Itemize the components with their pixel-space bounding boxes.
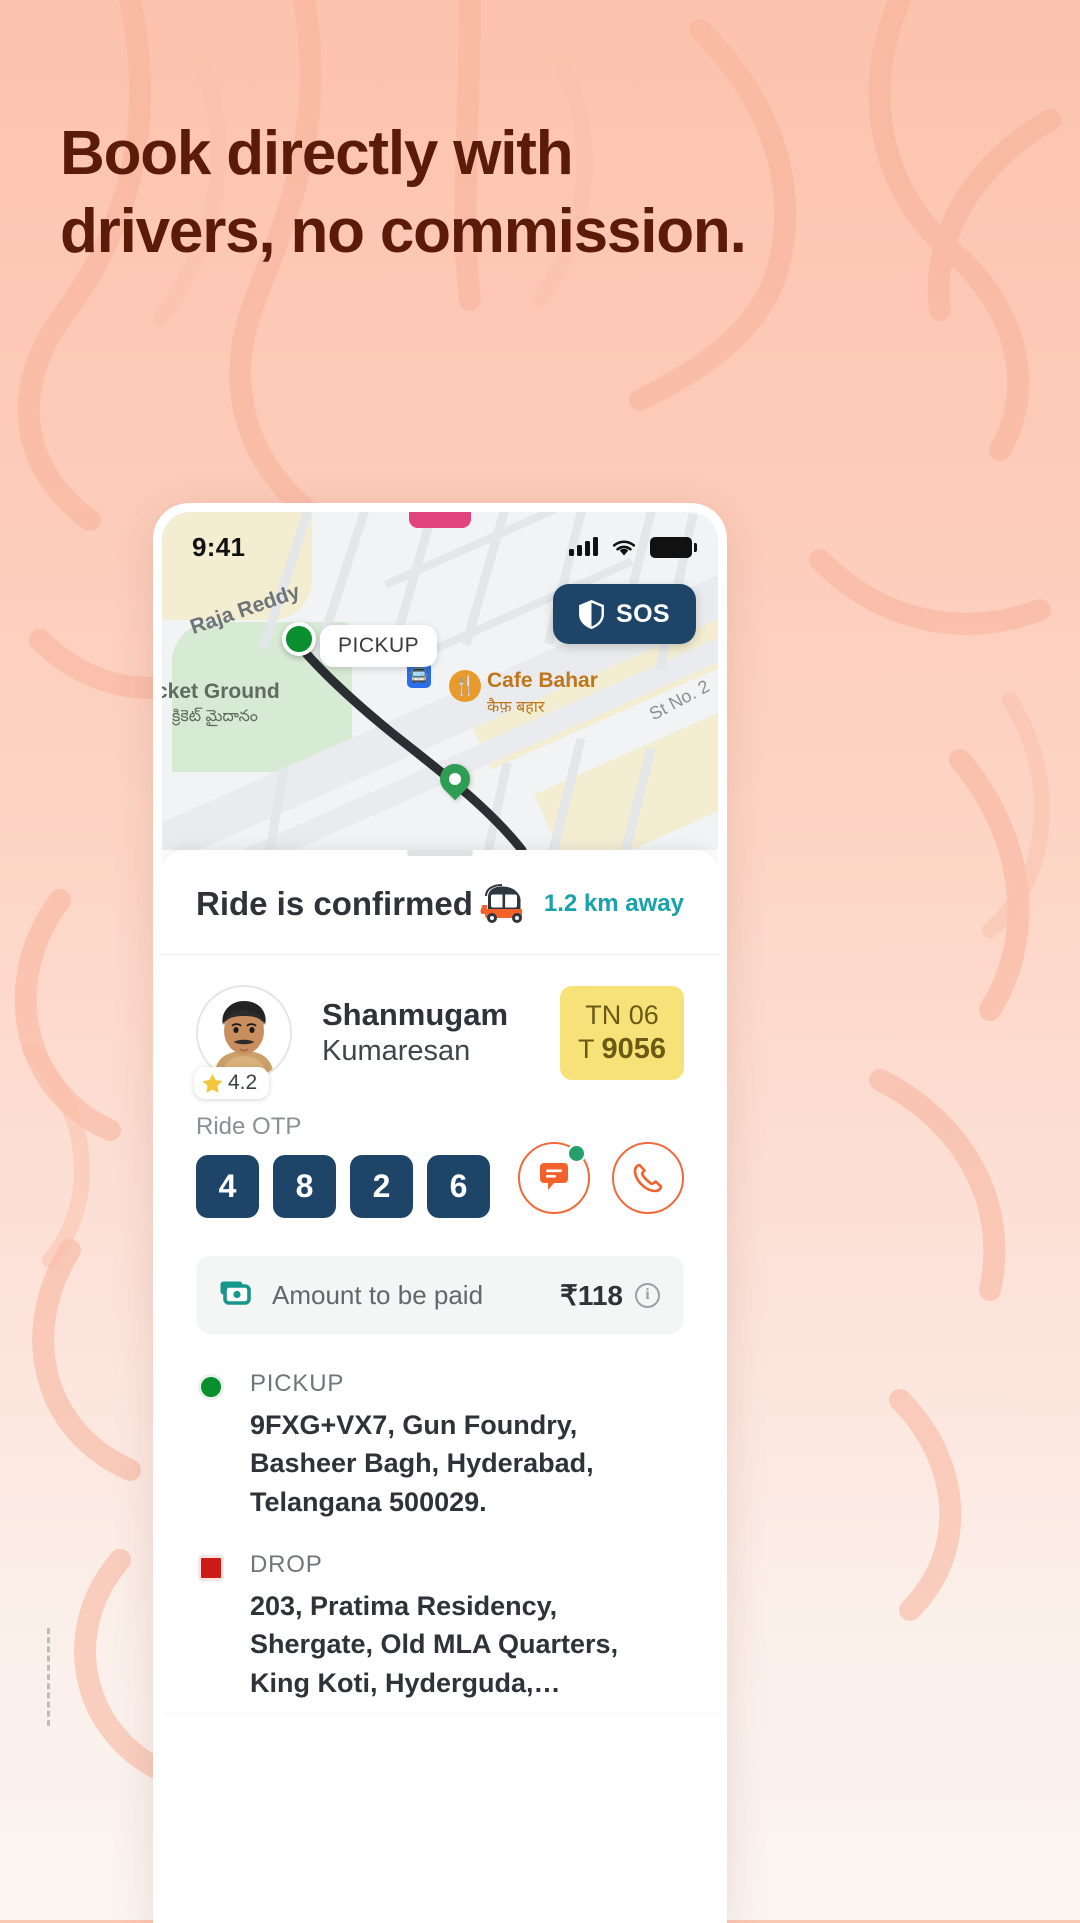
chat-button[interactable]	[518, 1142, 590, 1214]
pickup-address-item: PICKUP 9FXG+VX7, Gun Foundry, Basheer Ba…	[196, 1370, 684, 1521]
plate-line-2: T 9056	[578, 1032, 666, 1067]
drop-text-block: DROP 203, Pratima Residency, Shergate, O…	[250, 1551, 684, 1702]
otp-section: Ride OTP 4 8 2 6	[162, 1087, 718, 1218]
avatar[interactable]: 4.2	[194, 985, 296, 1099]
shield-icon	[579, 599, 604, 629]
map-label-cafe-local: कैफ़ बहार	[487, 699, 545, 716]
driver-info-row: 4.2 Shanmugam Kumaresan TN 06 T 9056	[162, 955, 718, 1099]
call-button[interactable]	[612, 1142, 684, 1214]
map-label-ground-local: క్రికెట్ మైదానం	[172, 708, 258, 725]
page-title: Book directly with drivers, no commissio…	[60, 115, 960, 271]
driver-first-name: Shanmugam	[322, 997, 509, 1033]
pickup-text-block: PICKUP 9FXG+VX7, Gun Foundry, Basheer Ba…	[250, 1370, 684, 1521]
vehicle-number-plate: TN 06 T 9056	[559, 985, 684, 1081]
status-bar-icons	[569, 536, 697, 558]
pickup-address: 9FXG+VX7, Gun Foundry, Basheer Bagh, Hyd…	[250, 1410, 594, 1517]
plate-prefix: T	[577, 1033, 602, 1064]
cash-payment-icon	[220, 1281, 251, 1305]
drop-square-icon	[198, 1554, 224, 1581]
auto-rickshaw-icon	[480, 884, 522, 923]
pickup-label: PICKUP	[250, 1370, 345, 1397]
pickup-marker-col	[196, 1370, 250, 1400]
address-spacer	[196, 1521, 684, 1551]
map-view[interactable]: Raja Reddy cket Ground క్రికెట్ మైదానం C…	[162, 512, 718, 850]
sos-button[interactable]: SOS	[553, 584, 696, 644]
trip-addresses: PICKUP 9FXG+VX7, Gun Foundry, Basheer Ba…	[162, 1334, 718, 1702]
map-label-ground: cket Ground	[162, 680, 280, 703]
eta-distance-label: 1.2 km away	[543, 890, 684, 917]
map-label-cafe: Cafe Bahar	[487, 669, 598, 692]
phone-mockup: Raja Reddy cket Ground క్రికెట్ మైదానం C…	[153, 503, 727, 1923]
fare-left-group: Amount to be paid	[220, 1280, 483, 1311]
otp-digit: 6	[427, 1155, 490, 1218]
ride-status-title: Ride is confirmed	[196, 885, 473, 922]
plate-number: 9056	[601, 1032, 666, 1065]
otp-digit: 4	[196, 1155, 259, 1218]
ride-status-row: Ride is confirmed 1.2 km away	[162, 856, 718, 955]
pickup-dot-icon	[198, 1374, 224, 1400]
battery-full-icon	[650, 536, 697, 558]
plate-line-1: TN 06	[585, 999, 659, 1030]
driver-rating-badge: 4.2	[194, 1067, 270, 1099]
wifi-icon	[612, 540, 636, 556]
info-icon[interactable]: i	[635, 1282, 660, 1308]
otp-digit: 8	[273, 1155, 336, 1218]
notch-indicator	[409, 512, 471, 528]
driver-contact-actions	[518, 1142, 684, 1218]
cellular-signal-icon	[569, 537, 598, 556]
restaurant-icon[interactable]: 🍴	[449, 670, 481, 702]
driver-last-name: Kumaresan	[322, 1034, 471, 1067]
headline-line-2: drivers, no commission.	[60, 197, 747, 267]
pickup-label-pill[interactable]: PICKUP	[320, 625, 438, 667]
fare-value: ₹118	[560, 1279, 623, 1311]
route-dashed-connector	[47, 1628, 50, 1726]
otp-label: Ride OTP	[196, 1113, 302, 1140]
otp-digit: 2	[350, 1155, 413, 1218]
fare-label: Amount to be paid	[272, 1279, 484, 1310]
ride-details-sheet: Ride is confirmed 1.2 km away 4.2 Shanmu…	[162, 850, 718, 1712]
drop-address-item: DROP 203, Pratima Residency, Shergate, O…	[196, 1551, 684, 1702]
phone-screen: Raja Reddy cket Ground క్రికెట్ మైదానం C…	[162, 512, 718, 1923]
star-icon	[202, 1073, 223, 1093]
otp-left: Ride OTP 4 8 2 6	[196, 1113, 490, 1218]
chat-message-icon	[540, 1163, 568, 1190]
drop-marker-col	[196, 1551, 250, 1581]
status-bar-time: 9:41	[192, 531, 246, 562]
pickup-marker[interactable]	[282, 622, 316, 656]
drop-address: 203, Pratima Residency, Shergate, Old ML…	[250, 1590, 619, 1698]
otp-digit-group: 4 8 2 6	[196, 1155, 490, 1218]
headline-line-1: Book directly with	[60, 119, 574, 188]
phone-call-icon	[633, 1163, 663, 1193]
fare-right-group: ₹118 i	[560, 1279, 660, 1312]
drop-label: DROP	[250, 1550, 323, 1578]
sos-button-label: SOS	[616, 599, 670, 628]
unread-message-indicator	[567, 1144, 586, 1163]
driver-name-block: Shanmugam Kumaresan	[296, 997, 560, 1069]
fare-amount-row[interactable]: Amount to be paid ₹118 i	[196, 1256, 684, 1334]
driver-rating-value: 4.2	[228, 1071, 258, 1094]
eta-group: 1.2 km away	[474, 884, 684, 924]
